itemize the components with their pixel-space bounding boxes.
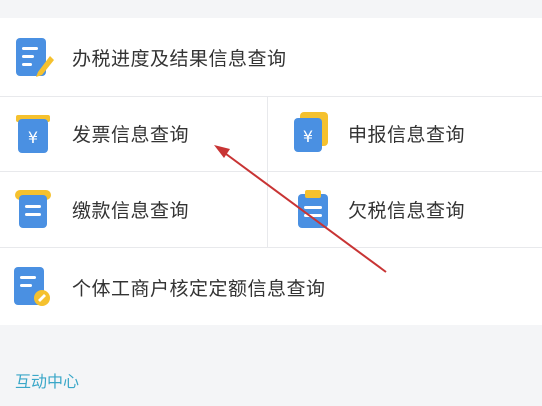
menu-item-payment[interactable]: 缴款信息查询	[0, 172, 268, 247]
menu-item-label: 个体工商户核定定额信息查询	[72, 278, 326, 300]
payment-receipt-icon	[15, 190, 51, 228]
menu-row: 办税进度及结果信息查询	[0, 18, 542, 97]
menu-item-individual-business[interactable]: 个体工商户核定定额信息查询	[0, 248, 542, 325]
menu-item-label: 办税进度及结果信息查询	[72, 48, 287, 70]
query-menu-card: 办税进度及结果信息查询 ¥ 发票信息查询 ¥ 申报信息查询 缴款信息查询 欠税信…	[0, 18, 542, 325]
menu-row: 缴款信息查询 欠税信息查询	[0, 172, 542, 248]
menu-item-label: 申报信息查询	[348, 124, 466, 146]
menu-item-label: 缴款信息查询	[72, 200, 190, 222]
declaration-yuan-icon: ¥	[294, 112, 328, 152]
section-title-interaction-center[interactable]: 互动中心	[15, 368, 79, 392]
document-pencil-icon	[16, 38, 54, 77]
clipboard-icon	[298, 190, 328, 228]
menu-item-declaration[interactable]: ¥ 申报信息查询	[268, 97, 542, 171]
top-strip	[0, 0, 542, 18]
menu-item-label: 发票信息查询	[72, 124, 190, 146]
yuan-glyph: ¥	[303, 127, 313, 146]
menu-item-arrears[interactable]: 欠税信息查询	[268, 172, 542, 247]
tax-query-page: 办税进度及结果信息查询 ¥ 发票信息查询 ¥ 申报信息查询 缴款信息查询 欠税信…	[0, 0, 542, 406]
invoice-yuan-icon: ¥	[16, 115, 50, 153]
menu-row: 个体工商户核定定额信息查询	[0, 248, 542, 325]
menu-row: ¥ 发票信息查询 ¥ 申报信息查询	[0, 97, 542, 172]
document-badge-icon	[14, 267, 50, 306]
menu-item-label: 欠税信息查询	[348, 200, 466, 222]
menu-item-tax-progress[interactable]: 办税进度及结果信息查询	[0, 18, 542, 96]
menu-item-invoice[interactable]: ¥ 发票信息查询	[0, 97, 268, 171]
yuan-glyph: ¥	[28, 128, 38, 147]
